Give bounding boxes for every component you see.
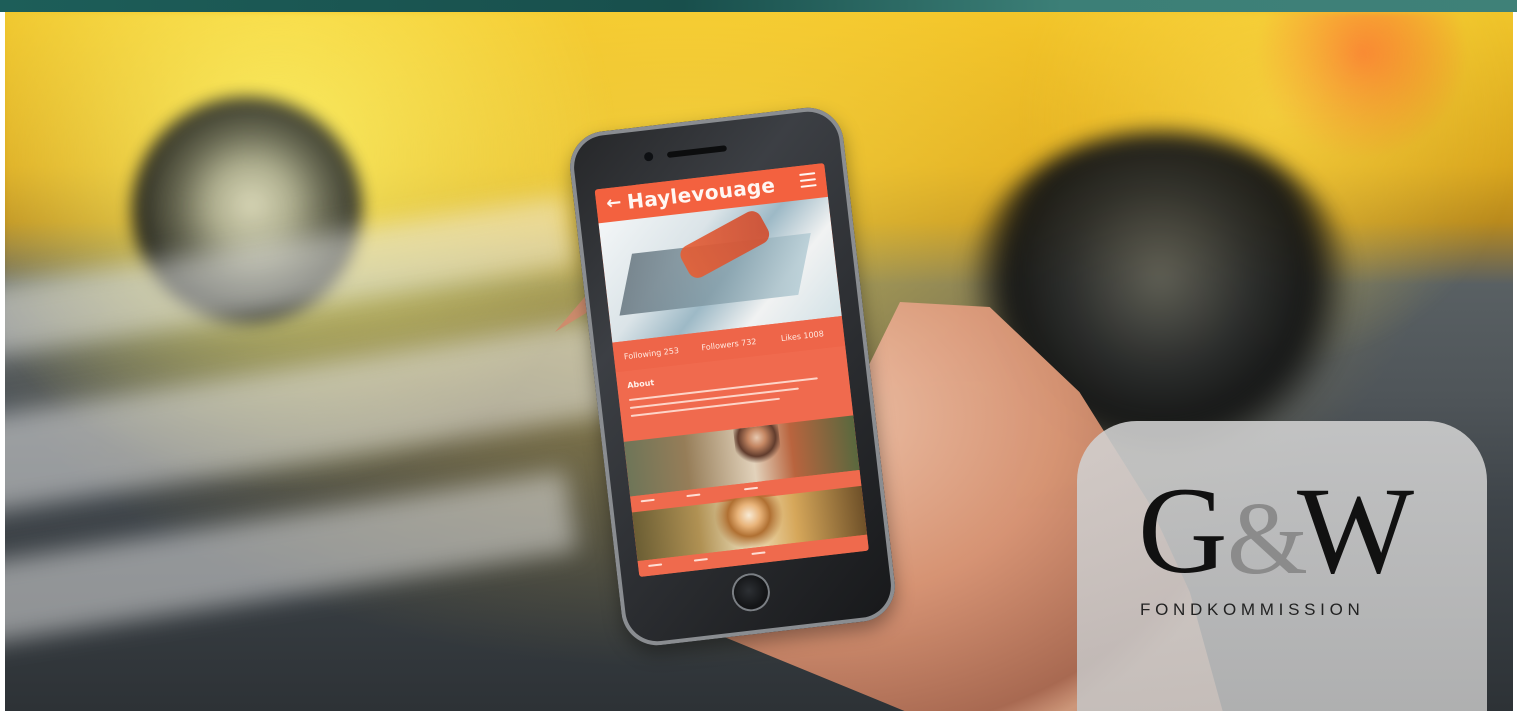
post-meta-icon-2 <box>686 493 701 498</box>
smartphone: ← Haylevouage Following 253 Followers 73… <box>566 103 899 650</box>
following-stat: Following 253 <box>624 346 680 361</box>
about-title: About <box>626 378 655 391</box>
front-camera <box>643 151 654 162</box>
post-meta-icon-5 <box>693 558 708 562</box>
post-meta-icon-6 <box>751 551 766 555</box>
following-value: 253 <box>663 346 680 357</box>
earpiece-speaker <box>666 145 728 159</box>
logo-letter-w: W <box>1297 462 1414 599</box>
followers-label: Followers <box>700 339 740 353</box>
company-logo: G & W <box>1138 469 1458 595</box>
followers-stat: Followers 732 <box>701 337 757 352</box>
crosswalk-stripe-3 <box>5 470 578 654</box>
likes-value: 1008 <box>802 329 825 341</box>
likes-stat: Likes 1008 <box>780 329 824 343</box>
menu-icon[interactable] <box>799 172 817 188</box>
followers-value: 732 <box>740 337 757 348</box>
top-band <box>0 0 1517 12</box>
phone-screen: ← Haylevouage Following 253 Followers 73… <box>594 163 869 578</box>
following-label: Following <box>623 348 662 362</box>
post-meta-icon-1 <box>640 498 655 503</box>
menu-line-3 <box>800 184 817 188</box>
logo-subtitle: FONDKOMMISSION <box>1140 600 1365 619</box>
advertisement-image: ← Haylevouage Following 253 Followers 73… <box>0 0 1517 711</box>
post-meta-icon-4 <box>648 563 663 567</box>
post-meta-icon-3 <box>743 486 759 491</box>
logo-ampersand: & <box>1227 481 1308 596</box>
about-line-3 <box>630 397 780 417</box>
home-button <box>729 571 772 614</box>
logo-letter-g: G <box>1138 462 1228 599</box>
likes-label: Likes <box>780 331 802 344</box>
menu-line-2 <box>799 178 816 182</box>
back-arrow-icon[interactable]: ← <box>605 192 623 216</box>
menu-line-1 <box>799 172 816 176</box>
